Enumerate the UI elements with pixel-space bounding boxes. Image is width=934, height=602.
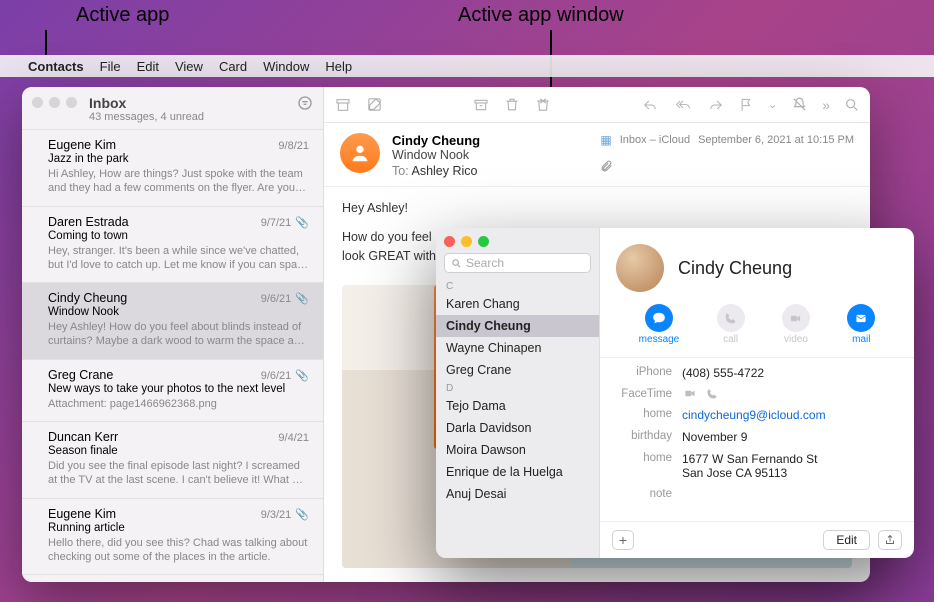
facetime-audio-icon[interactable] bbox=[706, 388, 718, 400]
message-item[interactable]: Daren Estrada9/7/21📎Coming to townHey, s… bbox=[22, 207, 323, 284]
zoom-icon[interactable] bbox=[66, 97, 77, 108]
close-icon[interactable] bbox=[444, 236, 455, 247]
edit-button[interactable]: Edit bbox=[823, 530, 870, 550]
callout-active-window: Active app window bbox=[458, 4, 624, 27]
junk-icon[interactable] bbox=[534, 96, 552, 113]
field-label: home bbox=[616, 408, 682, 420]
trash-icon[interactable] bbox=[504, 96, 520, 113]
phone-value[interactable]: (408) 555-4722 bbox=[682, 366, 898, 380]
message-item[interactable]: Eugene Kim9/3/21📎Running articleHello th… bbox=[22, 499, 323, 576]
menu-file[interactable]: File bbox=[100, 59, 121, 74]
contact-item[interactable]: Anuj Desai bbox=[436, 483, 599, 505]
menu-app-name[interactable]: Contacts bbox=[28, 59, 84, 74]
reply-icon[interactable] bbox=[641, 98, 659, 112]
contact-item[interactable]: Wayne Chinapen bbox=[436, 337, 599, 359]
mute-icon[interactable] bbox=[791, 96, 808, 113]
leader-line bbox=[45, 30, 47, 55]
message-header: Cindy Cheung Window Nook To: Ashley Rico… bbox=[324, 123, 870, 187]
contact-item[interactable]: Tejo Dama bbox=[436, 395, 599, 417]
mail-action[interactable]: mail bbox=[847, 304, 875, 345]
search-icon[interactable] bbox=[844, 97, 860, 113]
attachment-icon bbox=[600, 159, 854, 173]
message-from: Cindy Cheung bbox=[392, 133, 588, 148]
message-item[interactable]: Duncan Kerr9/4/21Season finaleDid you se… bbox=[22, 422, 323, 499]
message-folder: Inbox – iCloud bbox=[620, 134, 690, 146]
sender-avatar bbox=[340, 133, 380, 173]
message-item[interactable]: Chella Boehm9/3/21Thank youEverything wa… bbox=[22, 575, 323, 582]
reply-all-icon[interactable] bbox=[673, 98, 693, 112]
contact-name: Cindy Cheung bbox=[678, 258, 792, 279]
email-value[interactable]: cindycheung9@icloud.com bbox=[682, 408, 826, 422]
search-placeholder: Search bbox=[466, 256, 504, 270]
message-date: September 6, 2021 at 10:15 PM bbox=[698, 134, 854, 146]
contacts-sidebar: Search CKaren ChangCindy CheungWayne Chi… bbox=[436, 228, 600, 558]
inbox-subtitle: 43 messages, 4 unread bbox=[89, 111, 297, 123]
callout-active-app: Active app bbox=[76, 4, 169, 27]
to-label: To: bbox=[392, 164, 409, 178]
field-label: note bbox=[616, 488, 682, 500]
archive-icon[interactable] bbox=[334, 97, 352, 113]
archive-box-icon[interactable] bbox=[472, 97, 490, 113]
message-item[interactable]: Cindy Cheung9/6/21📎Window NookHey Ashley… bbox=[22, 283, 323, 360]
contact-avatar bbox=[616, 244, 664, 292]
body-line: Hey Ashley! bbox=[342, 199, 852, 218]
menu-help[interactable]: Help bbox=[325, 59, 352, 74]
message-list[interactable]: Eugene Kim9/8/21Jazz in the parkHi Ashle… bbox=[22, 130, 323, 582]
video-action[interactable]: video bbox=[782, 304, 810, 345]
call-action[interactable]: call bbox=[717, 304, 745, 345]
field-label: birthday bbox=[616, 430, 682, 442]
contact-item[interactable]: Darla Davidson bbox=[436, 417, 599, 439]
menubar: Contacts File Edit View Card Window Help bbox=[0, 55, 934, 77]
search-input[interactable]: Search bbox=[444, 253, 591, 273]
birthday-value: November 9 bbox=[682, 430, 898, 444]
message-subject: Window Nook bbox=[392, 148, 588, 162]
contact-item[interactable]: Karen Chang bbox=[436, 293, 599, 315]
menu-view[interactable]: View bbox=[175, 59, 203, 74]
mail-sidebar: Inbox 43 messages, 4 unread Eugene Kim9/… bbox=[22, 87, 324, 582]
contact-item[interactable]: Cindy Cheung bbox=[436, 315, 599, 337]
address-value[interactable]: 1677 W San Fernando St San Jose CA 95113 bbox=[682, 452, 898, 480]
menu-card[interactable]: Card bbox=[219, 59, 247, 74]
flag-icon[interactable] bbox=[739, 97, 754, 113]
minimize-icon[interactable] bbox=[49, 97, 60, 108]
inbox-folder-icon: ▦ bbox=[600, 133, 611, 147]
chevron-down-icon[interactable]: ⌄ bbox=[768, 98, 777, 111]
window-controls[interactable] bbox=[32, 97, 77, 108]
mail-toolbar: ⌄ » bbox=[324, 87, 870, 123]
add-button[interactable]: + bbox=[612, 530, 634, 550]
message-item[interactable]: Eugene Kim9/8/21Jazz in the parkHi Ashle… bbox=[22, 130, 323, 207]
forward-icon[interactable] bbox=[707, 98, 725, 112]
field-label: iPhone bbox=[616, 366, 682, 378]
more-icon[interactable]: » bbox=[822, 97, 830, 113]
section-header: D bbox=[436, 381, 599, 395]
contact-list[interactable]: CKaren ChangCindy CheungWayne ChinapenGr… bbox=[436, 279, 599, 558]
minimize-icon[interactable] bbox=[461, 236, 472, 247]
contact-item[interactable]: Enrique de la Huelga bbox=[436, 461, 599, 483]
zoom-icon[interactable] bbox=[478, 236, 489, 247]
share-icon[interactable] bbox=[878, 530, 902, 550]
field-label: home bbox=[616, 452, 682, 464]
message-action[interactable]: message bbox=[639, 304, 680, 345]
section-header: C bbox=[436, 279, 599, 293]
inbox-title: Inbox bbox=[89, 95, 297, 111]
message-to: Ashley Rico bbox=[411, 164, 477, 178]
compose-icon[interactable] bbox=[366, 96, 383, 113]
contact-detail: Cindy Cheung message call video mail iPh bbox=[600, 228, 914, 558]
contacts-window: Search CKaren ChangCindy CheungWayne Chi… bbox=[436, 228, 914, 558]
contact-item[interactable]: Greg Crane bbox=[436, 359, 599, 381]
menu-window[interactable]: Window bbox=[263, 59, 309, 74]
menu-edit[interactable]: Edit bbox=[137, 59, 159, 74]
close-icon[interactable] bbox=[32, 97, 43, 108]
contact-item[interactable]: Moira Dawson bbox=[436, 439, 599, 461]
filter-icon[interactable] bbox=[297, 95, 313, 111]
facetime-video-icon[interactable] bbox=[682, 388, 698, 400]
field-label: FaceTime bbox=[616, 388, 682, 400]
message-item[interactable]: Greg Crane9/6/21📎New ways to take your p… bbox=[22, 360, 323, 422]
